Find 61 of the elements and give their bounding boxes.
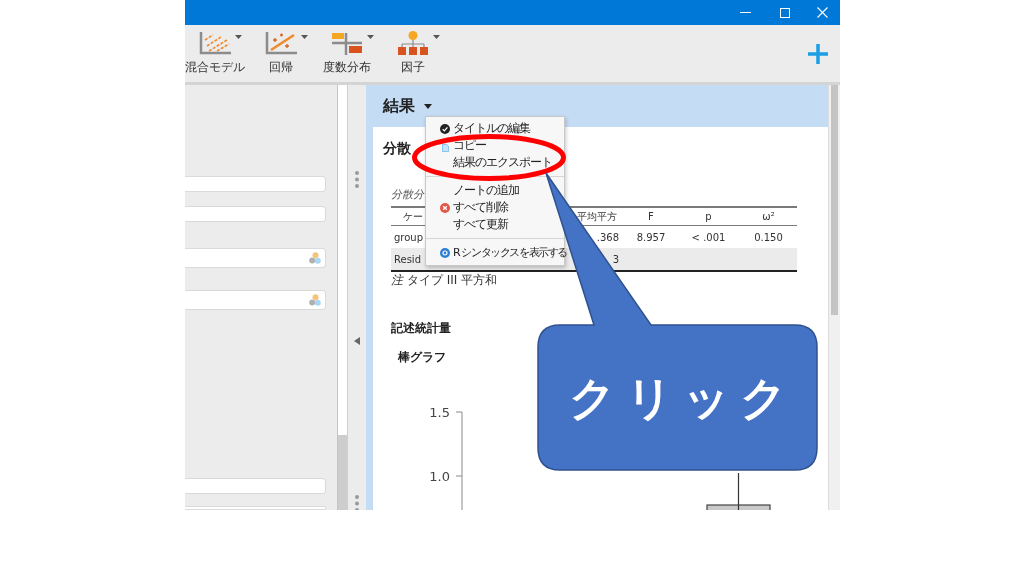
variable-field[interactable] bbox=[185, 248, 326, 268]
column-header: ω² bbox=[761, 211, 776, 222]
variable-field[interactable] bbox=[185, 290, 326, 310]
toolbar-button[interactable]: 度数分布 bbox=[317, 31, 377, 74]
x-circle-icon bbox=[440, 202, 450, 213]
vertical-dots-icon bbox=[355, 171, 359, 188]
input-field[interactable] bbox=[185, 206, 326, 222]
scrollbar-thumb[interactable] bbox=[338, 435, 347, 510]
overlapping-circles-icon bbox=[309, 252, 321, 264]
maximize-icon[interactable] bbox=[780, 7, 790, 18]
trend-line-icon bbox=[264, 31, 297, 55]
close-icon[interactable] bbox=[817, 7, 828, 18]
column-header: 平均平方 bbox=[576, 209, 618, 224]
circle-icon bbox=[440, 247, 450, 258]
hierarchy-icon bbox=[396, 31, 429, 55]
menu-item[interactable]: ノートの追加 bbox=[440, 184, 519, 197]
overlapping-circles-icon bbox=[309, 294, 321, 306]
input-field[interactable] bbox=[185, 478, 326, 494]
menu-item[interactable]: すべて削除 bbox=[440, 201, 508, 214]
menu-item[interactable]: コピー bbox=[440, 139, 486, 152]
column-header: p bbox=[704, 211, 713, 222]
table-cell-text: 0.150 bbox=[753, 231, 784, 243]
table-cell-text: < .001 bbox=[690, 231, 727, 243]
table-cell-text: Resid bbox=[393, 253, 422, 265]
error-bar bbox=[737, 472, 740, 510]
results-menu-button[interactable]: 結果 bbox=[383, 96, 432, 116]
chart-lines-icon bbox=[198, 31, 231, 55]
menu-item[interactable]: R シンタックスを表示する bbox=[440, 246, 567, 259]
bar bbox=[706, 504, 771, 510]
minimize-icon[interactable] bbox=[740, 12, 751, 13]
menu-item[interactable]: 結果のエクスポート bbox=[440, 156, 552, 169]
menu-item[interactable]: すべて更新 bbox=[440, 218, 508, 231]
plot-title: 棒グラフ bbox=[398, 350, 446, 365]
table-cell-text: group bbox=[393, 231, 425, 243]
toolbar-button[interactable]: 回帰 bbox=[251, 31, 311, 74]
table-note: 注 タイプ III 平方和 bbox=[391, 273, 498, 287]
table-caption: 分散分 bbox=[391, 188, 424, 202]
section-heading: 記述統計量 bbox=[391, 320, 451, 336]
input-field[interactable] bbox=[185, 176, 326, 192]
scrollbar-thumb[interactable] bbox=[831, 85, 838, 315]
toolbar-button[interactable]: 混合モデル bbox=[185, 31, 245, 74]
tick-label: 1.5 bbox=[429, 404, 450, 420]
section-heading: 分散 bbox=[383, 139, 411, 157]
toolbar-button[interactable]: 因子 bbox=[383, 31, 443, 74]
blocks-icon bbox=[330, 31, 363, 55]
add-icon[interactable] bbox=[808, 44, 828, 64]
menu-item[interactable]: タイトルの編集 bbox=[440, 122, 530, 135]
table-cell-text: 8.957 bbox=[635, 231, 667, 243]
tick-label: 1.0 bbox=[429, 468, 450, 484]
callout-text: クリック bbox=[567, 370, 797, 426]
vertical-dots-icon bbox=[355, 495, 359, 510]
column-header: F bbox=[647, 211, 655, 222]
table-cell-text: 3 bbox=[611, 253, 620, 265]
scrollbar-track[interactable] bbox=[337, 85, 348, 510]
table-cell-text: .368 bbox=[595, 231, 620, 243]
check-circle-icon bbox=[440, 123, 450, 134]
left-triangle-icon[interactable] bbox=[354, 337, 360, 345]
column-header: ケー bbox=[402, 209, 424, 224]
caret-icon bbox=[424, 103, 432, 109]
scrollbar-track[interactable] bbox=[828, 85, 840, 510]
document-icon bbox=[441, 144, 449, 152]
